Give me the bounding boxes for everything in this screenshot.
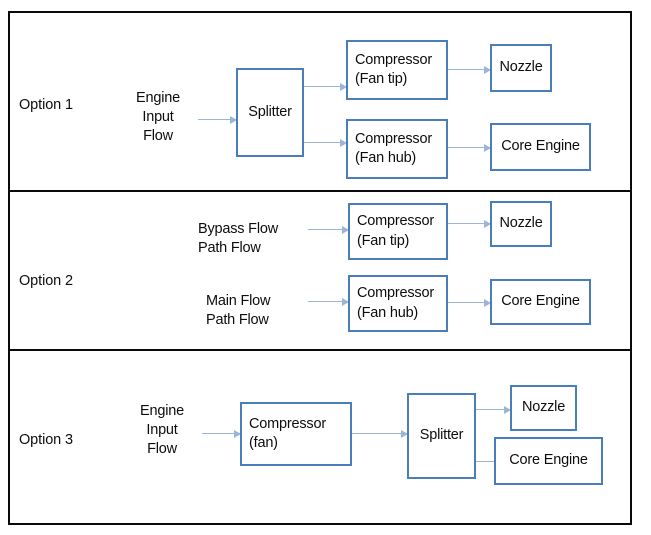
- option-2-main-flow-line-2: Path Flow: [206, 311, 269, 328]
- option-2-row: Option 2 Bypass Flow Path Flow Main Flow…: [10, 190, 630, 349]
- option-1-connector-compressor-fan-tip-to-nozzle: [448, 66, 491, 74]
- option-2-bypass-flow-line-2: Path Flow: [198, 239, 261, 256]
- option-2-connector-compressor-fan-tip-to-nozzle: [448, 220, 491, 228]
- option-3-label: Option 3: [19, 432, 74, 448]
- option-3-connector-compressor-fan-to-splitter: [352, 430, 408, 438]
- option-1-block-nozzle[interactable]: Nozzle: [490, 44, 552, 92]
- option-1-connector-splitter-to-compressor-fan-tip: [304, 83, 347, 91]
- connector-shaft: [352, 433, 407, 434]
- option-1-block-core-engine[interactable]: Core Engine: [490, 123, 591, 171]
- block-label-line-1: Splitter: [419, 427, 464, 444]
- diagram-frame: Option 1 Engine Input Flow Splitter Comp…: [8, 11, 632, 525]
- option-3-block-nozzle[interactable]: Nozzle: [510, 385, 577, 431]
- option-1-block-splitter[interactable]: Splitter: [236, 68, 304, 157]
- option-1-input-flow-line-3: Flow: [143, 127, 173, 144]
- block-label-line-1: Core Engine: [501, 293, 580, 310]
- block-label-line-1: Compressor: [357, 285, 434, 302]
- block-label-line-1: Compressor: [355, 51, 432, 68]
- option-2-block-compressor-fan-hub[interactable]: Compressor (Fan hub): [348, 275, 448, 332]
- option-3-block-splitter[interactable]: Splitter: [407, 393, 476, 479]
- option-3-input-flow-line-3: Flow: [147, 440, 177, 457]
- block-label-line-1: Nozzle: [499, 59, 543, 76]
- option-2-label: Option 2: [19, 273, 74, 289]
- block-label-line-1: Nozzle: [499, 215, 543, 232]
- option-3-block-compressor-fan[interactable]: Compressor (fan): [240, 402, 352, 466]
- option-3-connector-input-to-compressor-fan: [202, 430, 241, 438]
- option-1-block-compressor-fan-tip[interactable]: Compressor (Fan tip): [346, 40, 448, 100]
- block-label-line-1: Splitter: [248, 103, 292, 120]
- option-2-block-compressor-fan-tip[interactable]: Compressor (Fan tip): [348, 203, 448, 260]
- option-2-block-core-engine[interactable]: Core Engine: [490, 279, 591, 325]
- option-2-bypass-flow-line-1: Bypass Flow: [198, 221, 278, 237]
- block-label-line-2: (Fan tip): [357, 232, 410, 249]
- option-3-input-flow-text: Engine Input Flow: [122, 402, 202, 459]
- option-1-input-flow-line-1: Engine: [136, 90, 180, 106]
- option-2-bypass-flow-text: Bypass Flow Path Flow: [198, 220, 308, 258]
- option-1-label: Option 1: [19, 97, 74, 113]
- option-3-block-core-engine[interactable]: Core Engine: [494, 437, 603, 485]
- option-2-connector-bypass-to-compressor-fan-tip: [308, 226, 349, 234]
- option-2-main-flow-line-1: Main Flow: [206, 293, 271, 309]
- option-1-block-compressor-fan-hub[interactable]: Compressor (Fan hub): [346, 119, 448, 179]
- block-label-line-1: Compressor: [355, 130, 432, 147]
- option-1-connector-splitter-to-compressor-fan-hub: [304, 139, 347, 147]
- option-1-input-flow-line-2: Input: [142, 108, 174, 125]
- option-2-connector-main-to-compressor-fan-hub: [308, 298, 349, 306]
- block-label-line-1: Core Engine: [501, 138, 580, 155]
- block-label-line-1: Core Engine: [509, 452, 588, 469]
- block-label-line-1: Compressor: [249, 415, 326, 432]
- option-2-connector-compressor-fan-hub-to-core-engine: [448, 299, 491, 307]
- option-2-main-flow-text: Main Flow Path Flow: [206, 292, 316, 330]
- option-1-input-flow-text: Engine Input Flow: [118, 89, 198, 146]
- option-3-input-flow-line-1: Engine: [140, 403, 184, 419]
- block-label-line-1: Nozzle: [521, 399, 566, 416]
- option-3-input-flow-line-2: Input: [146, 421, 178, 438]
- option-1-connector-input-to-splitter: [198, 116, 237, 124]
- block-label-line-2: (Fan hub): [355, 150, 417, 166]
- block-label-line-2: (fan): [249, 435, 278, 451]
- option-1-row: Option 1 Engine Input Flow Splitter Comp…: [10, 13, 630, 190]
- block-label-line-2: (Fan tip): [355, 71, 408, 87]
- option-3-row: Option 3 Engine Input Flow Compressor (f…: [10, 349, 630, 522]
- option-1-connector-compressor-fan-hub-to-core-engine: [448, 144, 491, 152]
- block-label-line-2: (Fan hub): [357, 304, 419, 321]
- block-label-line-1: Compressor: [357, 213, 434, 230]
- option-2-block-nozzle[interactable]: Nozzle: [490, 201, 552, 247]
- option-3-connector-splitter-to-nozzle: [476, 406, 511, 414]
